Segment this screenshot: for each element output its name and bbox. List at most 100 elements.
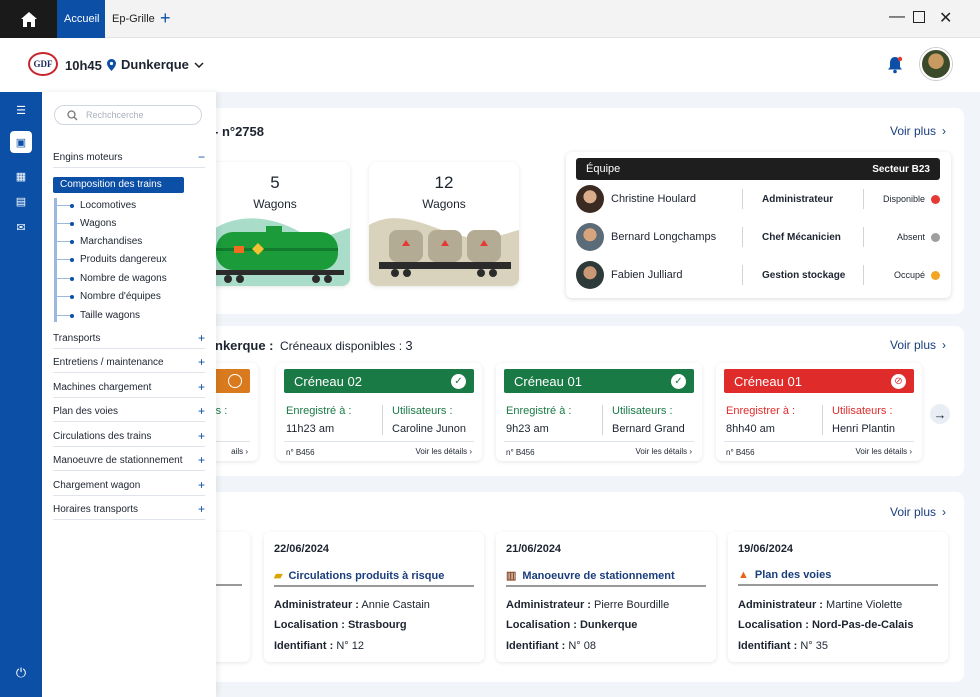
team-member-row[interactable]: Christine Houlard Administrateur Disponi…: [576, 185, 940, 215]
creneau-time: 11h23 am: [286, 423, 335, 435]
menu-item-label: Taille wagons: [80, 310, 141, 321]
divider: [863, 189, 864, 209]
power-icon[interactable]: ⏻: [0, 665, 42, 681]
section-circulations[interactable]: Circulations des trains +: [53, 429, 205, 447]
arrow-right-icon: →: [933, 406, 947, 422]
section-label: Transports: [53, 333, 101, 344]
menu-item-composition[interactable]: Composition des trains: [53, 177, 184, 193]
section-plan-voies[interactable]: Plan des voies +: [53, 404, 205, 422]
minimize-button[interactable]: —: [889, 8, 905, 26]
creneau-id: n° B456: [506, 448, 535, 457]
navigation-drawer: Rechchcerche Engins moteurs − Composition…: [42, 92, 216, 697]
creneau-id: n° B456: [286, 448, 315, 457]
event-admin: Administrateur : Pierre Bourdille: [506, 599, 669, 611]
company-logo: GDF: [28, 52, 58, 76]
event-card[interactable]: 19/06/2024 ▲ Plan des voies Administrateu…: [728, 532, 948, 662]
expand-icon: +: [197, 404, 205, 418]
event-date: 22/06/2024: [274, 543, 330, 555]
chevron-right-icon: ›: [942, 124, 947, 138]
event-location: Localisation : Dunkerque: [506, 619, 637, 631]
creneau-details-link[interactable]: Voir les détails ›: [636, 447, 692, 456]
section-chargement[interactable]: Chargement wagon +: [53, 479, 205, 496]
menu-item-nombre-wagons[interactable]: Nombre de wagons: [56, 273, 167, 284]
parking-icon: ▥: [506, 570, 517, 582]
details-label: ails: [231, 447, 244, 456]
creneau-details-link[interactable]: ails ›: [231, 447, 248, 456]
creneau-title: Créneau 02: [294, 373, 362, 389]
creneau-card[interactable]: Créneau 01 ✓ Enregistré à : Utilisateurs …: [496, 363, 702, 461]
home-button[interactable]: [0, 0, 57, 38]
app-header: GDF 10h45 Dunkerque: [0, 38, 980, 92]
creneau-label: Utilisateurs :: [612, 405, 673, 417]
id-value: N° 12: [336, 640, 364, 652]
team-sector: Secteur B23: [872, 163, 930, 175]
member-name: Christine Houlard: [611, 193, 696, 205]
event-type-label: Circulations produits à risque: [288, 569, 445, 582]
section-horaires[interactable]: Horaires transports +: [53, 503, 205, 520]
list-icon[interactable]: ☰: [0, 104, 42, 117]
tab-accueil[interactable]: Accueil: [57, 0, 105, 38]
add-tab-button[interactable]: +: [160, 8, 171, 29]
section-machines[interactable]: Machines chargement +: [53, 381, 205, 398]
menu-item-taille-wagons[interactable]: Taille wagons: [56, 310, 140, 321]
section-transports[interactable]: Transports +: [53, 332, 205, 349]
notifications-button[interactable]: [887, 56, 903, 79]
next-arrow-button[interactable]: →: [930, 404, 950, 424]
mail-icon[interactable]: ✉: [0, 221, 42, 234]
close-button[interactable]: ✕: [939, 8, 952, 28]
location-label: Localisation :: [274, 619, 345, 631]
section-label: Entretiens / maintenance: [53, 357, 164, 368]
status-label: Occupé: [893, 270, 925, 280]
creneau-details-link[interactable]: Voir les détails ›: [856, 447, 912, 456]
menu-item-marchandises[interactable]: Marchandises: [56, 236, 142, 247]
menu-item-wagons[interactable]: Wagons: [56, 218, 116, 229]
creneau-label: Enregistré à :: [286, 405, 352, 417]
search-input[interactable]: Rechchcerche: [54, 105, 202, 125]
details-label: Voir les détails: [635, 447, 688, 456]
location-label: Dunkerque: [121, 57, 189, 72]
admin-value: Annie Castain: [361, 599, 430, 611]
events-voir-plus[interactable]: Voir plus ›: [890, 505, 946, 519]
train-voir-plus[interactable]: Voir plus ›: [890, 124, 946, 138]
contact-icon[interactable]: ▤: [0, 195, 42, 208]
wagon-card-tank[interactable]: 5 Wagons: [200, 162, 350, 286]
status-dot: [931, 232, 940, 242]
event-location: Localisation : Strasbourg: [274, 619, 407, 631]
calendar-icon[interactable]: ▦: [0, 170, 42, 183]
wagon-label: Wagons: [422, 197, 466, 211]
menu-item-locomotives[interactable]: Locomotives: [56, 200, 136, 211]
creneau-card[interactable]: Créneau 01 ⊘ Enregistrer à : Utilisateurs…: [716, 363, 922, 461]
section-manoeuvre[interactable]: Manoeuvre de stationnement +: [53, 454, 205, 471]
team-member-row[interactable]: Fabien Julliard Gestion stockage Occupé: [576, 261, 940, 291]
event-admin: Administrateur : Martine Violette: [738, 599, 902, 611]
section-engins-moteurs[interactable]: Engins moteurs −: [53, 151, 205, 168]
creneau-label: Utilisateurs :: [832, 405, 893, 417]
divider: [284, 441, 474, 442]
maximize-button[interactable]: [913, 11, 925, 23]
train-nav-button[interactable]: ▣: [0, 131, 42, 153]
admin-label: Administrateur :: [506, 599, 591, 611]
section-entretiens[interactable]: Entretiens / maintenance +: [53, 356, 205, 373]
menu-item-produits-dangereux[interactable]: Produits dangereux: [56, 254, 167, 265]
event-card[interactable]: 22/06/2024 ▰ Circulations produits à risq…: [264, 532, 484, 662]
user-avatar[interactable]: [920, 48, 952, 80]
member-avatar: [576, 261, 604, 289]
member-status: Absent: [897, 232, 940, 242]
left-rail: ☰ ▣ ▦ ▤ ✉ ⏻: [0, 92, 42, 697]
divider: [382, 405, 383, 435]
creneaux-voir-plus[interactable]: Voir plus ›: [890, 338, 946, 352]
creneau-card[interactable]: Créneau 02 ✓ Enregistré à : Utilisateurs …: [276, 363, 482, 461]
menu-item-nombre-equipes[interactable]: Nombre d'équipes: [56, 291, 161, 302]
id-label: Identifiant :: [506, 640, 566, 652]
creneau-details-link[interactable]: Voir les détails ›: [416, 447, 472, 456]
team-member-row[interactable]: Bernard Longchamps Chef Mécanicien Absen…: [576, 223, 940, 253]
location-selector[interactable]: Dunkerque: [107, 57, 204, 72]
creneau-user: Caroline Junon: [392, 423, 466, 435]
expand-icon: +: [197, 429, 205, 443]
id-label: Identifiant :: [274, 640, 334, 652]
member-avatar: [576, 185, 604, 213]
creneau-title: Créneau 01: [734, 373, 802, 389]
wagon-card-hopper[interactable]: 12 Wagons: [369, 162, 519, 286]
tab-ep-grille[interactable]: Ep-Grille: [105, 0, 162, 38]
event-card[interactable]: 21/06/2024 ▥ Manoeuvre de stationnement A…: [496, 532, 716, 662]
